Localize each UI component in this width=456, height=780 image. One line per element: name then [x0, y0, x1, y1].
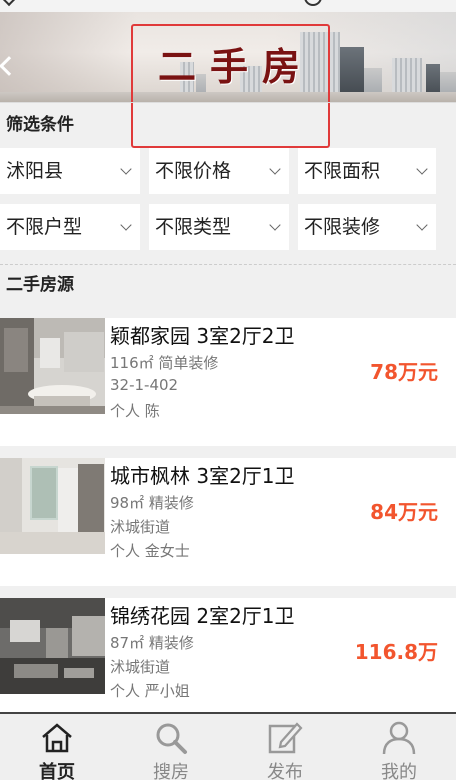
listing-location: 沭城街道	[110, 658, 171, 676]
edit-icon	[268, 722, 303, 754]
area-select[interactable]: 不限面积	[298, 148, 436, 194]
listing-photo	[0, 318, 105, 414]
district-select[interactable]: 沭阳县	[0, 148, 140, 194]
listing-area: 116㎡ 简单装修	[110, 354, 219, 372]
listing-contact: 个人 严小姐	[110, 682, 190, 700]
filter-heading: 筛选条件	[0, 102, 456, 146]
decoration-select[interactable]: 不限装修	[298, 204, 436, 250]
listing-title: 颖都家园 3室2厅2卫	[110, 324, 295, 348]
home-icon	[42, 723, 72, 753]
decoration-select-value: 不限装修	[304, 216, 381, 238]
chevron-down-icon	[269, 219, 281, 231]
listing-card[interactable]: 锦绣花园 2室2厅1卫 87㎡ 精装修 沭城街道 个人 严小姐 116.8万	[0, 598, 456, 712]
area-select-value: 不限面积	[304, 160, 381, 182]
listing-area: 87㎡ 精装修	[110, 634, 194, 652]
listing-location: 沭城街道	[110, 518, 171, 536]
listing-price: 84万元	[370, 500, 438, 524]
district-select-value: 沭阳县	[6, 160, 64, 182]
listing-contact: 个人 陈	[110, 402, 160, 420]
price-select-value: 不限价格	[155, 160, 232, 182]
layout-select[interactable]: 不限户型	[0, 204, 140, 250]
tab-home-label: 首页	[39, 762, 75, 780]
tab-mine[interactable]: 我的	[342, 714, 456, 780]
listing-contact: 个人 金女士	[110, 542, 190, 560]
user-icon	[304, 0, 322, 6]
tab-search[interactable]: 搜房	[114, 714, 228, 780]
listing-location: 32-1-402	[110, 376, 179, 394]
search-icon	[156, 723, 187, 754]
listing-price: 78万元	[370, 360, 438, 384]
chevron-icon	[1, 0, 17, 7]
tab-home[interactable]: 首页	[0, 714, 114, 780]
layout-select-value: 不限户型	[6, 216, 83, 238]
listing-card[interactable]: 城市枫林 3室2厅1卫 98㎡ 精装修 沭城街道 个人 金女士 84万元	[0, 458, 456, 586]
listing-heading: 二手房源	[0, 264, 456, 304]
bottom-tab-bar: 首页 搜房 发布 我的	[0, 712, 456, 780]
chevron-down-icon	[269, 163, 281, 175]
listing-card[interactable]: 颖都家园 3室2厅2卫 116㎡ 简单装修 32-1-402 个人 陈 78万元	[0, 318, 456, 446]
listing-title: 锦绣花园 2室2厅1卫	[110, 604, 295, 628]
type-select-value: 不限类型	[155, 216, 232, 238]
chevron-down-icon	[416, 219, 428, 231]
tab-search-label: 搜房	[153, 762, 189, 780]
price-select[interactable]: 不限价格	[149, 148, 289, 194]
listing-price: 116.8万	[354, 640, 438, 664]
chevron-down-icon	[120, 219, 132, 231]
listing-title: 城市枫林 3室2厅1卫	[110, 464, 295, 488]
listing-photo	[0, 458, 105, 554]
user-icon	[382, 721, 416, 755]
listing-area: 98㎡ 精装修	[110, 494, 194, 512]
listing-photo	[0, 598, 105, 694]
tab-publish-label: 发布	[267, 762, 303, 780]
chevron-down-icon	[416, 163, 428, 175]
tab-mine-label: 我的	[381, 762, 417, 780]
type-select[interactable]: 不限类型	[149, 204, 289, 250]
top-strip	[0, 0, 456, 12]
chevron-down-icon	[120, 163, 132, 175]
tab-publish[interactable]: 发布	[228, 714, 342, 780]
